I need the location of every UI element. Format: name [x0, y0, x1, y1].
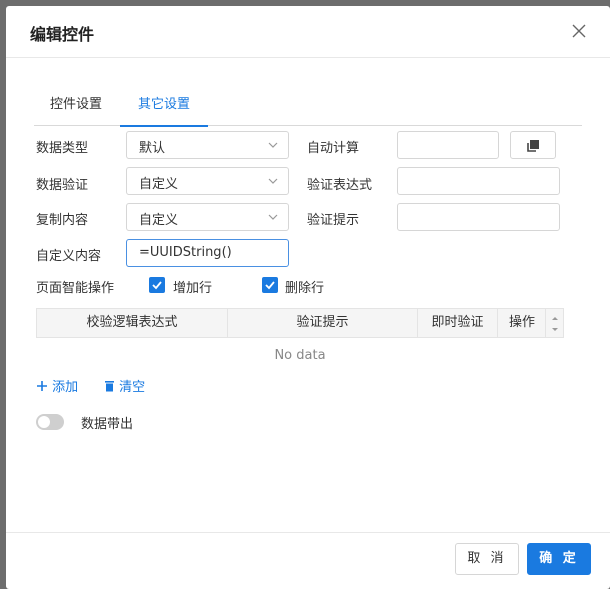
add-row-label: 增加行 [173, 281, 213, 296]
delete-row-checkbox[interactable] [262, 277, 278, 293]
tab-other-settings[interactable]: 其它设置 [120, 90, 208, 127]
data-type-value: 默认 [139, 141, 166, 156]
column-header: 校验逻辑表达式 [37, 309, 228, 337]
scroll-arrows-icon [552, 317, 558, 331]
validation-expr-input[interactable] [397, 167, 560, 195]
table-header: 校验逻辑表达式 验证提示 即时验证 操作 [36, 308, 546, 338]
ok-button[interactable]: 确 定 [527, 543, 591, 575]
cancel-button[interactable]: 取 消 [455, 543, 519, 575]
add-label: 添加 [52, 380, 79, 395]
clear-label: 清空 [119, 380, 146, 395]
copy-content-label: 复制内容 [36, 213, 89, 228]
data-out-toggle[interactable] [36, 414, 64, 430]
check-icon [265, 281, 275, 290]
close-icon [572, 24, 586, 38]
data-type-label: 数据类型 [36, 141, 89, 156]
table-scrollbar[interactable] [546, 308, 564, 338]
data-type-select[interactable]: 默认 [126, 131, 289, 159]
copy-icon [527, 140, 539, 152]
column-header: 验证提示 [228, 309, 418, 337]
add-button[interactable]: 添加 [36, 376, 78, 395]
empty-state: No data [36, 338, 564, 374]
custom-content-label: 自定义内容 [36, 249, 102, 264]
chevron-down-icon [268, 178, 278, 184]
dialog-header: 编辑控件 [6, 6, 610, 58]
edit-control-dialog: 编辑控件 控件设置 其它设置 数据类型 默认 自动计算 数据验证 自定义 验证表… [6, 6, 610, 589]
tab-control-settings[interactable]: 控件设置 [34, 90, 118, 126]
copy-content-select[interactable]: 自定义 [126, 203, 289, 231]
plus-icon [37, 381, 47, 391]
validation-hint-input[interactable] [397, 203, 560, 231]
data-validation-value: 自定义 [139, 177, 179, 192]
custom-content-input[interactable]: =UUIDString() [126, 239, 289, 267]
close-button[interactable] [568, 20, 590, 42]
dialog-title: 编辑控件 [30, 25, 95, 44]
smart-ops-label: 页面智能操作 [36, 281, 115, 296]
auto-calc-label: 自动计算 [307, 141, 360, 156]
toggle-knob [38, 416, 50, 428]
data-validation-label: 数据验证 [36, 178, 89, 193]
data-validation-select[interactable]: 自定义 [126, 167, 289, 195]
chevron-down-icon [268, 142, 278, 148]
trash-icon [105, 381, 114, 392]
check-icon [152, 281, 162, 290]
settings-tabs: 控件设置 其它设置 [34, 90, 582, 127]
validation-rules-table: 校验逻辑表达式 验证提示 即时验证 操作 No data [36, 308, 564, 374]
dialog-footer: 取 消 确 定 [6, 532, 610, 589]
validation-hint-label: 验证提示 [307, 213, 360, 228]
add-row-checkbox[interactable] [149, 277, 165, 293]
clear-button[interactable]: 清空 [104, 376, 145, 395]
copy-content-value: 自定义 [139, 213, 179, 228]
chevron-down-icon [268, 214, 278, 220]
validation-expr-label: 验证表达式 [307, 178, 373, 193]
column-header: 即时验证 [418, 309, 498, 337]
copy-button[interactable] [510, 131, 556, 159]
auto-calc-input[interactable] [397, 131, 499, 159]
column-header: 操作 [508, 315, 535, 330]
delete-row-label: 删除行 [285, 281, 325, 296]
data-out-label: 数据带出 [81, 417, 134, 432]
custom-content-value: =UUIDString() [139, 245, 232, 260]
